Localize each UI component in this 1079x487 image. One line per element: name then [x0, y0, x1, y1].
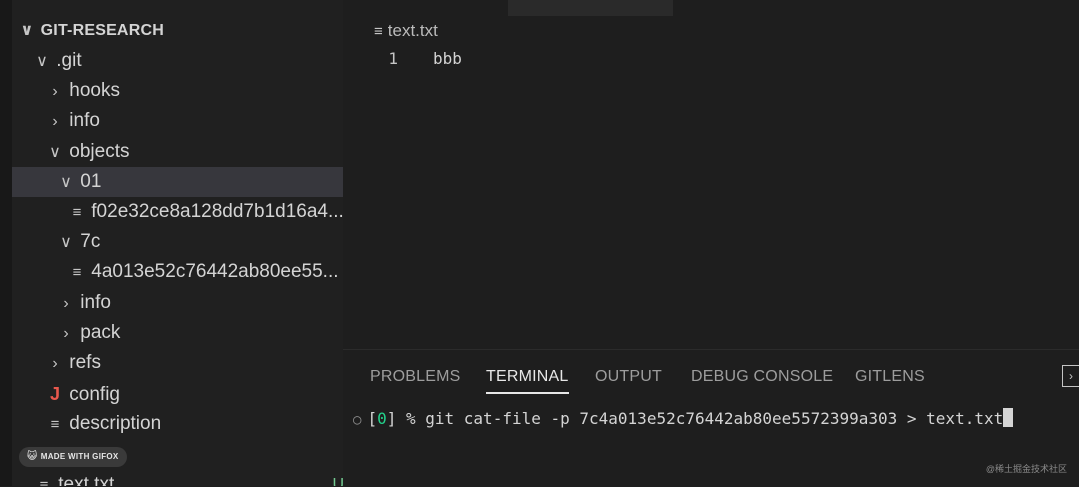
tree-item-hooks[interactable]: › hooks: [12, 76, 343, 106]
tree-item-info[interactable]: › info: [12, 288, 343, 318]
tree-item-text-txt[interactable]: ≡ text.txt U: [12, 470, 343, 486]
tree-item-config[interactable]: J config: [12, 379, 343, 409]
tree-item-label: description: [69, 413, 162, 434]
file-lines-icon: ≡: [50, 416, 60, 433]
tree-item-label: info: [80, 292, 111, 313]
tree-item-label: config: [69, 384, 120, 405]
git-config-icon: J: [49, 384, 60, 404]
tree-item-label: 01: [80, 171, 102, 192]
tab-terminal[interactable]: TERMINAL: [486, 364, 569, 394]
tree-item-label: info: [69, 110, 100, 131]
prompt-circle-icon: ○: [353, 412, 362, 428]
site-watermark: @稀土掘金技术社区: [985, 464, 1067, 474]
tree-item-description[interactable]: ≡ description: [12, 409, 343, 439]
tree-item-objects[interactable]: ∨ objects: [12, 137, 343, 167]
tree-item-info[interactable]: › info: [12, 106, 343, 136]
line-content: bbb: [433, 49, 462, 68]
chevron-down-icon: ∨: [60, 234, 72, 251]
chevron-right-icon: ›: [52, 83, 58, 100]
gifox-label: MADE WITH GIFOX: [40, 452, 119, 461]
tree-item-label: .git: [56, 50, 82, 71]
chevron-right-icon: ›: [63, 325, 69, 342]
file-lines-icon: ≡: [72, 264, 82, 281]
tab-output[interactable]: OUTPUT: [595, 364, 662, 390]
prompt-bracket-open: [: [367, 409, 378, 428]
maximize-panel-icon[interactable]: ›: [1062, 365, 1079, 387]
tree-item-label: f02e32ce8a128dd7b1d16a4...: [91, 201, 343, 222]
breadcrumb-file: text.txt: [387, 21, 438, 40]
tree-item-label: refs: [69, 352, 101, 373]
editor-line[interactable]: 1 bbb: [343, 46, 1079, 72]
activity-bar: [0, 0, 12, 486]
tree-item-label: 7c: [80, 231, 101, 252]
tree-item-01[interactable]: ∨ 01: [12, 167, 343, 197]
gifox-logo-icon: 😺: [27, 451, 38, 462]
tab-gitlens[interactable]: GITLENS: [855, 364, 925, 390]
chevron-right-icon: ›: [52, 113, 58, 130]
terminal-command: % git cat-file -p 7c4a013e52c76442ab80ee…: [396, 409, 1004, 428]
chevron-down-icon: ∨: [60, 174, 72, 191]
tree-item-git[interactable]: ∨ .git: [12, 46, 343, 76]
tab-problems[interactable]: PROBLEMS: [370, 364, 461, 390]
terminal-line[interactable]: ○ [0] % git cat-file -p 7c4a013e52c76442a…: [353, 407, 1014, 431]
editor-tab[interactable]: [508, 0, 673, 16]
breadcrumb[interactable]: ≡ text.txt: [374, 19, 438, 43]
prompt-bracket-close: ]: [386, 409, 397, 428]
tree-item-label: hooks: [69, 80, 120, 101]
root-folder-label: GIT-RESEARCH: [40, 22, 164, 39]
terminal-cursor: [1003, 408, 1014, 427]
file-lines-icon: ≡: [39, 477, 49, 486]
tree-item-object-file[interactable]: ≡ f02e32ce8a128dd7b1d16a4...: [12, 197, 343, 227]
tree-item-refs[interactable]: › refs: [12, 348, 343, 378]
explorer-sidebar: ∨ GIT-RESEARCH ∨ .git › hooks › info ∨ o…: [12, 0, 343, 486]
file-lines-icon: ≡: [72, 204, 82, 221]
tree-item-label: 4a013e52c76442ab80ee55...: [91, 261, 339, 282]
line-number: 1: [388, 49, 398, 68]
exit-code: 0: [377, 409, 387, 428]
tree-item-label: pack: [80, 322, 121, 343]
chevron-down-icon: ∨: [20, 22, 34, 39]
tree-item-label: objects: [69, 141, 130, 162]
bottom-panel: PROBLEMS TERMINAL OUTPUT DEBUG CONSOLE G…: [343, 349, 1079, 487]
tree-item-7c[interactable]: ∨ 7c: [12, 227, 343, 257]
tree-item-label: text.txt: [58, 474, 115, 486]
gifox-watermark: 😺 MADE WITH GIFOX: [19, 447, 127, 467]
chevron-down-icon: ∨: [49, 144, 61, 161]
tab-debug-console[interactable]: DEBUG CONSOLE: [691, 364, 833, 390]
chevron-right-icon: ›: [63, 295, 69, 312]
file-lines-icon: ≡: [374, 23, 383, 40]
chevron-down-icon: ∨: [36, 53, 48, 70]
explorer-root-folder[interactable]: ∨ GIT-RESEARCH: [12, 16, 343, 46]
tree-item-pack[interactable]: › pack: [12, 318, 343, 348]
untracked-badge: U: [332, 476, 343, 486]
chevron-right-icon: ›: [52, 355, 58, 372]
tree-item-object-file[interactable]: ≡ 4a013e52c76442ab80ee55...: [12, 257, 343, 287]
